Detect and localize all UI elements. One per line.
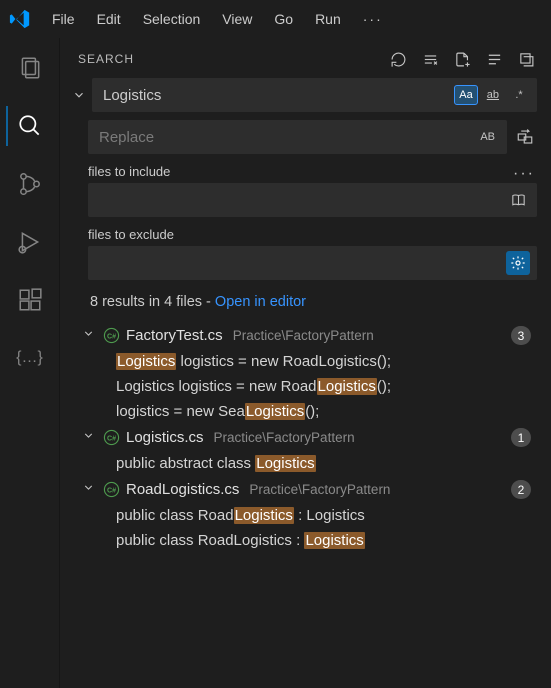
replace-input-box: AB (88, 120, 507, 154)
match-line[interactable]: public class RoadLogistics : Logistics (72, 528, 535, 553)
file-result-row[interactable]: C# FactoryTest.cs Practice\FactoryPattern 3 (72, 322, 535, 349)
source-control-icon[interactable] (6, 164, 54, 204)
chevron-down-icon (82, 429, 96, 446)
file-name: RoadLogistics.cs (126, 481, 239, 498)
match-count-badge: 1 (511, 428, 531, 447)
sidebar-title: SEARCH (78, 52, 134, 66)
chevron-down-icon (82, 481, 96, 498)
files-include-label: files to include (66, 154, 513, 183)
svg-text:C#: C# (106, 434, 115, 442)
match-line[interactable]: public abstract class Logistics (72, 451, 535, 476)
search-only-open-editors-icon[interactable] (506, 188, 530, 212)
file-name: Logistics.cs (126, 429, 204, 446)
csharp-file-icon: C# (102, 327, 120, 345)
menu-edit[interactable]: Edit (87, 7, 131, 31)
file-path: Practice\FactoryPattern (233, 328, 374, 343)
extensions-icon[interactable] (6, 280, 54, 320)
match-line[interactable]: Logistics logistics = new RoadLogistics(… (72, 374, 535, 399)
collapse-all-icon[interactable] (517, 50, 535, 68)
svg-text:C#: C# (106, 332, 115, 340)
svg-text:C#: C# (106, 486, 115, 494)
files-exclude-input[interactable] (99, 255, 506, 272)
files-exclude-label: files to exclude (66, 217, 541, 246)
search-icon[interactable] (6, 106, 54, 146)
menu-run[interactable]: Run (305, 7, 351, 31)
menu-overflow[interactable]: ··· (353, 7, 393, 31)
use-exclude-settings-icon[interactable] (506, 251, 530, 275)
chevron-down-icon (82, 327, 96, 344)
file-result-row[interactable]: C# RoadLogistics.cs Practice\FactoryPatter… (72, 476, 535, 503)
toggle-search-details-icon[interactable]: ··· (513, 165, 541, 183)
vscode-logo-icon (6, 5, 34, 33)
file-result-row[interactable]: C# Logistics.cs Practice\FactoryPattern 1 (72, 424, 535, 451)
refresh-icon[interactable] (389, 50, 407, 68)
menu-go[interactable]: Go (264, 7, 303, 31)
file-path: Practice\FactoryPattern (249, 482, 390, 497)
json-outline-icon[interactable]: {…} (6, 338, 54, 378)
results-summary: 8 results in 4 files - Open in editor (66, 280, 541, 318)
replace-all-icon[interactable] (513, 125, 537, 149)
preserve-case-toggle[interactable]: AB (475, 127, 500, 147)
regex-toggle[interactable]: .* (508, 85, 530, 105)
files-include-input[interactable] (99, 192, 506, 209)
menu-view[interactable]: View (212, 7, 262, 31)
match-line[interactable]: Logistics logistics = new RoadLogistics(… (72, 349, 535, 374)
match-count-badge: 2 (511, 480, 531, 499)
files-exclude-box (88, 246, 537, 280)
view-as-tree-icon[interactable] (485, 50, 503, 68)
search-input-box: Aa ab .* (92, 78, 537, 112)
csharp-file-icon: C# (102, 481, 120, 499)
menu-file[interactable]: File (42, 7, 85, 31)
search-sidebar: SEARCH Aa ab .* (60, 38, 551, 688)
match-case-toggle[interactable]: Aa (454, 85, 477, 105)
clear-icon[interactable] (421, 50, 439, 68)
match-line[interactable]: public class RoadLogistics : Logistics (72, 503, 535, 528)
file-path: Practice\FactoryPattern (214, 430, 355, 445)
match-count-badge: 3 (511, 326, 531, 345)
activity-bar: {…} (0, 38, 60, 688)
search-input[interactable] (103, 87, 454, 104)
replace-input[interactable] (99, 129, 475, 146)
files-include-box (88, 183, 537, 217)
results-tree: C# FactoryTest.cs Practice\FactoryPattern 3… (66, 318, 541, 553)
toggle-replace-chevron-icon[interactable] (70, 86, 88, 104)
explorer-icon[interactable] (6, 48, 54, 88)
whole-word-toggle[interactable]: ab (482, 85, 504, 105)
open-in-editor-link[interactable]: Open in editor (215, 294, 306, 310)
menu-selection[interactable]: Selection (133, 7, 211, 31)
file-name: FactoryTest.cs (126, 327, 223, 344)
match-line[interactable]: logistics = new SeaLogistics(); (72, 399, 535, 424)
new-search-editor-icon[interactable] (453, 50, 471, 68)
run-debug-icon[interactable] (6, 222, 54, 262)
csharp-file-icon: C# (102, 429, 120, 447)
menubar: File Edit Selection View Go Run ··· (0, 0, 551, 38)
